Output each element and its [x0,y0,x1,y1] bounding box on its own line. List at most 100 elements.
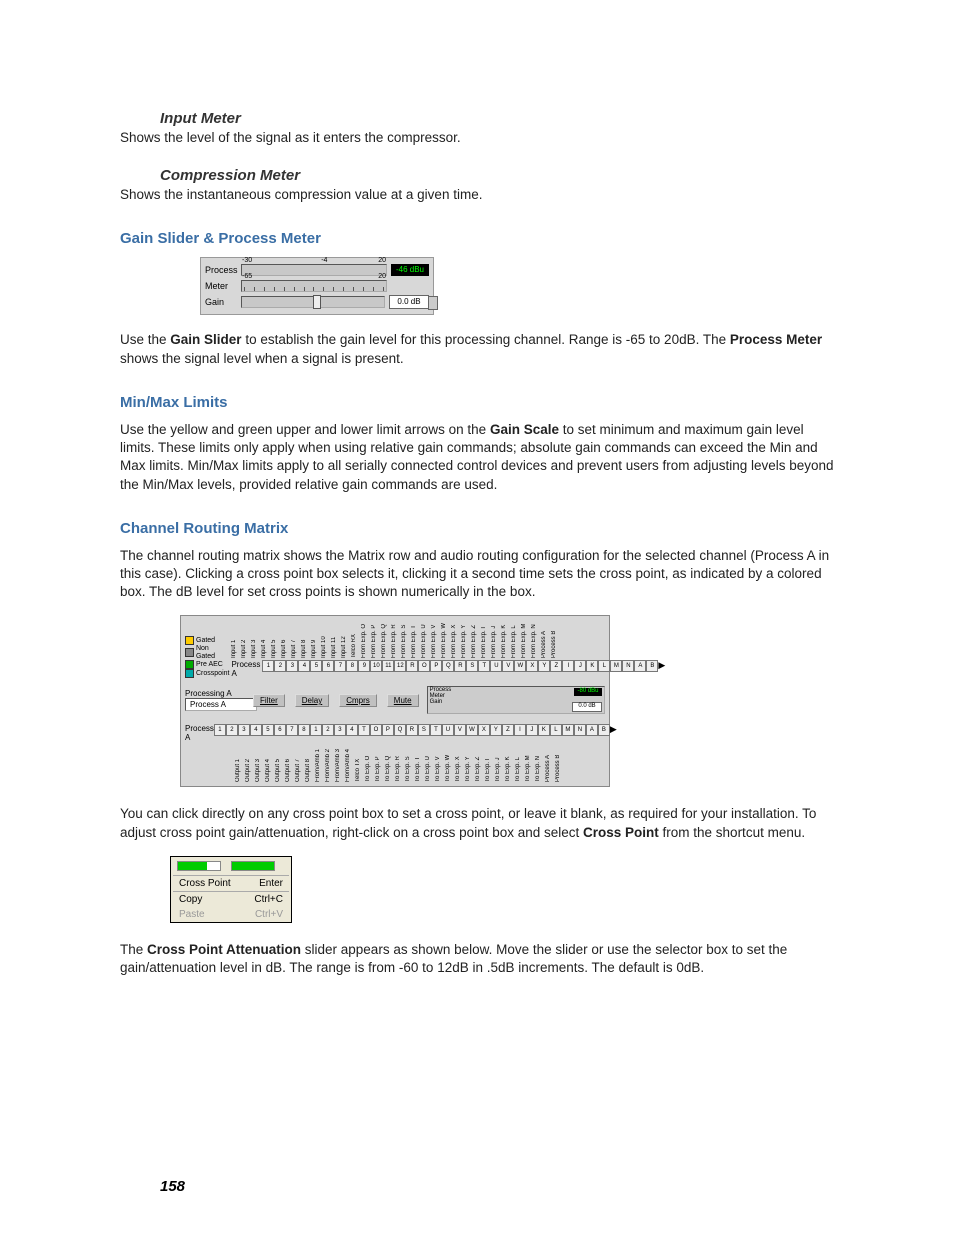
paragraph: The channel routing matrix shows the Mat… [120,547,834,602]
gain-slider-track[interactable] [241,296,385,308]
matrix-crosspoint-cell[interactable]: U [442,724,454,736]
matrix-crosspoint-cell[interactable]: X [478,724,490,736]
matrix-col-label: Output 5 [275,744,285,782]
matrix-crosspoint-cell[interactable]: V [502,660,514,672]
matrix-crosspoint-cell[interactable]: Z [550,660,562,672]
matrix-crosspoint-cell[interactable]: L [550,724,562,736]
matrix-crosspoint-cell[interactable]: Q [394,724,406,736]
matrix-col-label: To Exp. P [375,744,385,782]
matrix-col-label: To Exp. O [365,744,375,782]
matrix-col-label: Process B [555,744,565,782]
filter-button[interactable]: Filter [253,694,285,707]
gain-slider-thumb[interactable] [313,295,321,309]
scroll-right-icon[interactable]: ▶ [658,660,665,671]
matrix-crosspoint-cell[interactable]: A [586,724,598,736]
matrix-crosspoint-cell[interactable]: 3 [286,660,298,672]
matrix-crosspoint-cell[interactable]: 5 [262,724,274,736]
matrix-crosspoint-cell[interactable]: 11 [382,660,394,672]
matrix-crosspoint-cell[interactable]: 2 [226,724,238,736]
matrix-crosspoint-cell[interactable]: 6 [274,724,286,736]
document-page: Input Meter Shows the level of the signa… [0,0,954,1235]
matrix-crosspoint-cell[interactable]: W [514,660,526,672]
matrix-col-label: Input 6 [281,620,291,658]
menu-item-copy[interactable]: CopyCtrl+C [171,892,291,907]
matrix-crosspoint-cell[interactable]: I [562,660,574,672]
matrix-crosspoint-cell[interactable]: O [370,724,382,736]
matrix-crosspoint-cell[interactable]: 10 [370,660,382,672]
matrix-crosspoint-cell[interactable]: 2 [322,724,334,736]
matrix-crosspoint-cell[interactable]: 9 [358,660,370,672]
matrix-crosspoint-cell[interactable]: K [586,660,598,672]
mini-spinbox[interactable]: 0.0 dB [572,702,602,712]
matrix-col-label: From Exp. R [391,620,401,658]
matrix-crosspoint-cell[interactable]: 1 [310,724,322,736]
matrix-crosspoint-cell[interactable]: T [430,724,442,736]
swatch-preaec [185,660,194,669]
matrix-col-label: Output 4 [265,744,275,782]
matrix-col-label: To Exp. Z [475,744,485,782]
matrix-crosspoint-cell[interactable]: 3 [238,724,250,736]
matrix-crosspoint-cell[interactable]: P [430,660,442,672]
matrix-crosspoint-cell[interactable]: M [610,660,622,672]
compress-button[interactable]: Cmprs [339,694,377,707]
delay-button[interactable]: Delay [295,694,329,707]
gain-spinbox[interactable]: 0.0 dB [389,295,429,309]
matrix-crosspoint-cell[interactable]: 8 [346,660,358,672]
matrix-crosspoint-cell[interactable]: N [574,724,586,736]
matrix-col-label: Output 1 [235,744,245,782]
matrix-col-label: Process A [541,620,551,658]
tick-label: -65 [242,273,252,280]
matrix-crosspoint-cell[interactable]: Z [502,724,514,736]
matrix-crosspoint-cell[interactable]: 7 [286,724,298,736]
matrix-crosspoint-cell[interactable]: B [598,724,610,736]
matrix-crosspoint-cell[interactable]: X [526,660,538,672]
matrix-crosspoint-cell[interactable]: 2 [274,660,286,672]
matrix-crosspoint-cell[interactable]: K [538,724,550,736]
matrix-bot-labels: Output 1Output 2Output 3Output 4Output 5… [235,744,565,782]
matrix-crosspoint-cell[interactable]: L [598,660,610,672]
matrix-crosspoint-cell[interactable]: R [454,660,466,672]
matrix-crosspoint-cell[interactable]: A [634,660,646,672]
matrix-crosspoint-cell[interactable]: 4 [346,724,358,736]
matrix-crosspoint-cell[interactable]: P [382,724,394,736]
matrix-crosspoint-cell[interactable]: R [406,724,418,736]
matrix-top-labels: Input 1Input 2Input 3Input 4Input 5Input… [231,620,665,658]
matrix-crosspoint-cell[interactable]: 8 [298,724,310,736]
matrix-crosspoint-cell[interactable]: U [490,660,502,672]
matrix-crosspoint-cell[interactable]: 1 [262,660,274,672]
heading-routing-matrix: Channel Routing Matrix [120,520,834,537]
matrix-crosspoint-cell[interactable]: V [454,724,466,736]
matrix-crosspoint-cell[interactable]: W [466,724,478,736]
matrix-crosspoint-cell[interactable]: 12 [394,660,406,672]
matrix-crosspoint-cell[interactable]: 4 [250,724,262,736]
matrix-crosspoint-cell[interactable]: T [478,660,490,672]
matrix-crosspoint-cell[interactable]: Y [538,660,550,672]
matrix-col-label: To Exp. I [485,744,495,782]
matrix-crosspoint-cell[interactable]: J [526,724,538,736]
matrix-crosspoint-cell[interactable]: S [418,724,430,736]
matrix-crosspoint-cell[interactable]: I [514,724,526,736]
matrix-crosspoint-cell[interactable]: 3 [334,724,346,736]
matrix-crosspoint-cell[interactable]: N [622,660,634,672]
scroll-right-icon[interactable]: ▶ [610,724,617,735]
menu-item-crosspoint[interactable]: Cross PointEnter [171,876,291,891]
matrix-crosspoint-cell[interactable]: Y [490,724,502,736]
matrix-crosspoint-cell[interactable]: 7 [334,660,346,672]
matrix-crosspoint-cell[interactable]: R [406,660,418,672]
matrix-crosspoint-cell[interactable]: T [358,724,370,736]
paragraph: Shows the level of the signal as it ente… [120,129,834,147]
matrix-crosspoint-cell[interactable]: J [574,660,586,672]
matrix-crosspoint-cell[interactable]: Q [442,660,454,672]
matrix-row-label: Process A [231,660,260,678]
matrix-crosspoint-cell[interactable]: 5 [310,660,322,672]
matrix-crosspoint-cell[interactable]: O [418,660,430,672]
matrix-col-label: From Exp. K [501,620,511,658]
mute-button[interactable]: Mute [387,694,419,707]
matrix-crosspoint-cell[interactable]: S [466,660,478,672]
matrix-crosspoint-cell[interactable]: 4 [298,660,310,672]
matrix-crosspoint-cell[interactable]: 6 [322,660,334,672]
matrix-col-label: Output 7 [295,744,305,782]
matrix-crosspoint-cell[interactable]: M [562,724,574,736]
matrix-crosspoint-cell[interactable]: 1 [214,724,226,736]
matrix-crosspoint-cell[interactable]: B [646,660,658,672]
